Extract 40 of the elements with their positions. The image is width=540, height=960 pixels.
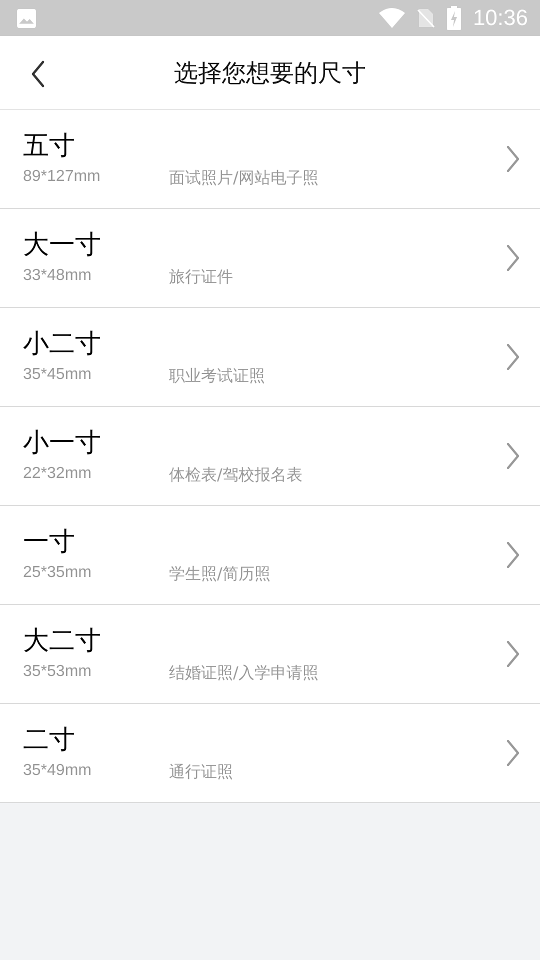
size-name: 小二寸: [23, 328, 101, 361]
chevron-right-icon: [506, 740, 520, 766]
size-usage: 职业考试证照: [169, 366, 265, 387]
size-name: 一寸: [23, 526, 75, 559]
size-usage: 面试照片/网站电子照: [169, 168, 318, 189]
size-usage: 通行证照: [169, 762, 233, 783]
page-title: 选择您想要的尺寸: [174, 58, 366, 88]
wifi-icon: [378, 8, 405, 28]
image-icon: [16, 8, 37, 28]
size-dimensions: 35*53mm: [23, 663, 92, 682]
battery-charging-icon: [446, 6, 461, 30]
size-list-item[interactable]: 一寸 25*35mm 学生照/简历照: [0, 506, 540, 605]
size-usage: 体检表/驾校报名表: [169, 465, 302, 486]
chevron-right-icon: [506, 344, 520, 370]
size-list-item[interactable]: 大二寸 35*53mm 结婚证照/入学申请照: [0, 605, 540, 704]
size-dimensions: 25*35mm: [23, 564, 92, 583]
chevron-right-icon: [506, 146, 520, 172]
size-name: 大一寸: [23, 229, 101, 262]
size-name: 大二寸: [23, 625, 101, 658]
size-dimensions: 35*49mm: [23, 762, 92, 781]
size-name: 小一寸: [23, 427, 101, 460]
size-dimensions: 33*48mm: [23, 267, 92, 286]
size-dimensions: 35*45mm: [23, 366, 92, 385]
no-sim-icon: [416, 8, 435, 28]
size-usage: 结婚证照/入学申请照: [169, 663, 318, 684]
chevron-right-icon: [506, 641, 520, 667]
size-dimensions: 22*32mm: [23, 465, 92, 484]
size-list-item[interactable]: 大一寸 33*48mm 旅行证件: [0, 209, 540, 308]
size-name: 二寸: [23, 724, 75, 757]
size-list-item[interactable]: 二寸 35*49mm 通行证照: [0, 704, 540, 803]
size-list-item[interactable]: 五寸 89*127mm 面试照片/网站电子照: [0, 110, 540, 209]
chevron-right-icon: [506, 245, 520, 271]
size-dimensions: 89*127mm: [23, 168, 102, 187]
size-list-item[interactable]: 小一寸 22*32mm 体检表/驾校报名表: [0, 407, 540, 506]
size-usage: 旅行证件: [169, 267, 233, 288]
chevron-right-icon: [506, 443, 520, 469]
size-name: 五寸: [23, 130, 75, 163]
chevron-right-icon: [506, 542, 520, 568]
size-usage: 学生照/简历照: [169, 564, 270, 585]
size-list-item[interactable]: 小二寸 35*45mm 职业考试证照: [0, 308, 540, 407]
